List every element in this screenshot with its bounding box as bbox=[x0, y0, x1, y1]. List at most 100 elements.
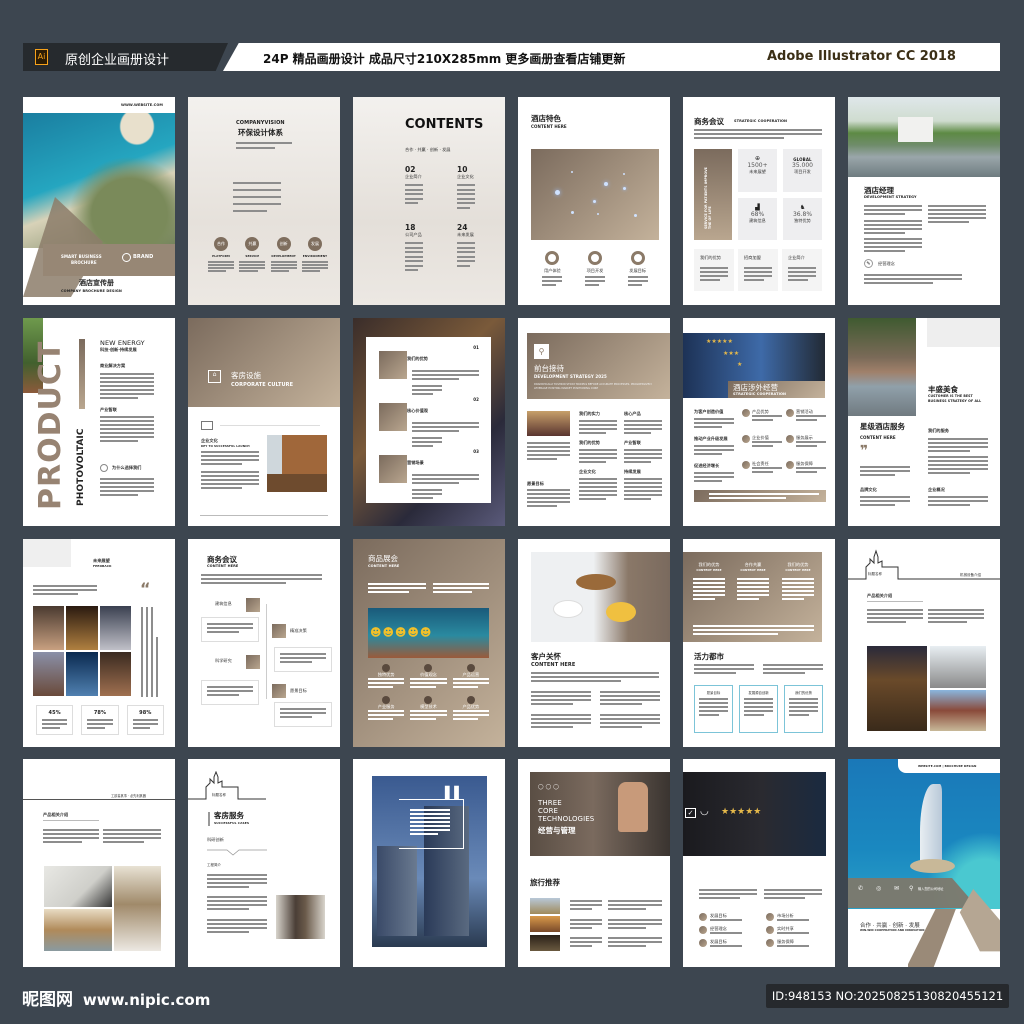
placeholder-text-line bbox=[624, 449, 662, 451]
page-title: 客房服务 bbox=[214, 811, 244, 820]
placeholder-text-line bbox=[928, 205, 986, 207]
placeholder-text-line bbox=[624, 461, 651, 463]
placeholder-text-line bbox=[452, 710, 489, 712]
icon-grid: 产品优势 营销活动 企业价值 服务展示 社会责任 服务保障 bbox=[742, 409, 826, 473]
section-name: 企业文化 bbox=[457, 174, 474, 179]
building-icon bbox=[246, 598, 260, 612]
placeholder-text-line bbox=[410, 710, 447, 712]
page-contents: CONTENTS 合作 · 共赢 · 创新 · 发展 02 企业简介 10 企业文化… bbox=[353, 97, 505, 305]
placeholder-text-line bbox=[410, 813, 450, 815]
contents-section: 02 企业简介 bbox=[405, 165, 443, 204]
placeholder-text-line bbox=[207, 923, 267, 925]
text-lines bbox=[867, 609, 923, 623]
top-label: WEBSITE.COM | BROCHURE DESIGN bbox=[918, 764, 977, 768]
placeholder-text-line bbox=[928, 217, 986, 219]
feature-items: 用户体验 项目开发 发展目标 bbox=[531, 251, 659, 286]
placeholder-text-line bbox=[527, 454, 570, 456]
marketing-icon bbox=[786, 409, 794, 417]
placeholder-text-line bbox=[744, 279, 764, 281]
text-lines bbox=[33, 585, 97, 595]
placeholder-text-line bbox=[694, 133, 822, 135]
placeholder-text-line bbox=[301, 264, 328, 266]
placeholder-text-line bbox=[709, 497, 786, 499]
placeholder-text-line bbox=[531, 695, 591, 697]
placeholder-text-line bbox=[752, 441, 782, 443]
text-lines bbox=[410, 809, 450, 835]
item-grid: 我们的实力 核心产品 我们的优势 产业智联 企业文化 持续发展 bbox=[579, 411, 662, 500]
placeholder-text-line bbox=[570, 923, 602, 925]
item-title: 持续发展 bbox=[624, 469, 641, 474]
text-lines bbox=[280, 653, 326, 663]
vision-title-en: COMPANYVISION bbox=[236, 120, 285, 126]
panel-subtitle: CORPORATE CULTURE bbox=[231, 382, 294, 388]
placeholder-text-line bbox=[452, 718, 479, 720]
placeholder-text-line bbox=[928, 221, 969, 223]
outline-cards: 愿景目标 发展源自创新 我们的优势 bbox=[694, 685, 823, 733]
room-icon: ⌂ bbox=[208, 370, 221, 383]
placeholder-text-line bbox=[789, 714, 810, 716]
placeholder-text-line bbox=[412, 378, 459, 380]
value-title: 为客户创造价值 bbox=[694, 409, 724, 414]
placeholder-text-line bbox=[789, 698, 818, 700]
placeholder-text-line bbox=[457, 193, 475, 195]
placeholder-text-line bbox=[412, 474, 479, 476]
text-lines bbox=[600, 714, 660, 728]
placeholder-text-line bbox=[579, 498, 606, 500]
quote-icon: ❞ bbox=[860, 443, 869, 459]
placeholder-text-line bbox=[239, 270, 258, 272]
page-subtitle: CONTENT HERE bbox=[531, 662, 576, 668]
placeholder-text-line bbox=[782, 598, 805, 600]
feature-icon bbox=[382, 696, 391, 704]
feature-item: 价值观念 bbox=[410, 664, 447, 688]
placeholder-text-line bbox=[600, 714, 660, 716]
icon-item: 发展目标 bbox=[699, 939, 756, 947]
vision-title-cn: 环保设计体系 bbox=[238, 128, 283, 137]
placeholder-text-line bbox=[457, 260, 475, 262]
text-lines bbox=[412, 474, 479, 484]
placeholder-text-line bbox=[412, 445, 433, 447]
grid-item: 核心产品 bbox=[624, 411, 662, 434]
header-right-label: 机械设备介绍 bbox=[960, 573, 981, 577]
title-block: Ai 原创企业画册设计 bbox=[23, 43, 228, 71]
contents-section: 18 公司产品 bbox=[405, 223, 443, 271]
grid-item: 我们的优势 bbox=[579, 440, 617, 463]
placeholder-text-line bbox=[100, 420, 154, 422]
placeholder-text-line bbox=[763, 668, 823, 670]
info-card: 企业简介 bbox=[782, 249, 822, 291]
placeholder-text-line bbox=[693, 582, 725, 584]
card-title: 愿景目标 bbox=[706, 691, 721, 695]
placeholder-text-line bbox=[100, 385, 154, 387]
page-hotel-manager: 酒店经理 DEVELOPMENT STRATEGY ✎ 经营理念 bbox=[848, 97, 1000, 305]
site-url[interactable]: www.nipic.com bbox=[83, 991, 210, 1009]
stat-value: 35.000 bbox=[792, 162, 813, 169]
placeholder-text-line bbox=[788, 267, 816, 269]
placeholder-text-line bbox=[764, 893, 822, 895]
placeholder-text-line bbox=[600, 703, 642, 705]
text-lines bbox=[87, 719, 113, 729]
advantage-title: 营销场景 bbox=[407, 460, 424, 465]
cover-title: 酒店宣传册 bbox=[79, 279, 114, 287]
rating-hand-photo: ✓ ◡ ★★★★★ bbox=[683, 772, 826, 856]
placeholder-text-line bbox=[584, 284, 599, 286]
outline-card: 我们的优势 bbox=[784, 685, 823, 733]
vision-item: 创新 DEVELOPMENT bbox=[270, 237, 297, 272]
placeholder-text-line bbox=[412, 422, 479, 424]
placeholder-text-line bbox=[527, 505, 558, 507]
placeholder-text-line bbox=[570, 919, 602, 921]
placeholder-text-line bbox=[699, 714, 720, 716]
placeholder-text-line bbox=[579, 424, 617, 426]
one-star-icon: ★ bbox=[737, 361, 743, 368]
placeholder-text-line bbox=[864, 209, 922, 211]
placeholder-text-line bbox=[744, 710, 773, 712]
info-card: 我们的优势 bbox=[694, 249, 734, 291]
placeholder-text-line bbox=[608, 941, 662, 943]
item-title: 产业智联 bbox=[624, 440, 641, 445]
icon-item: 营销活动 bbox=[786, 409, 826, 421]
placeholder-text-line bbox=[928, 460, 988, 462]
placeholder-text-line bbox=[208, 267, 234, 269]
vision-list-lines bbox=[233, 182, 281, 212]
placeholder-text-line bbox=[694, 445, 734, 447]
placeholder-text-line bbox=[410, 682, 447, 684]
placeholder-text-line bbox=[579, 478, 617, 480]
pencil-icon: ✎ bbox=[864, 259, 873, 268]
